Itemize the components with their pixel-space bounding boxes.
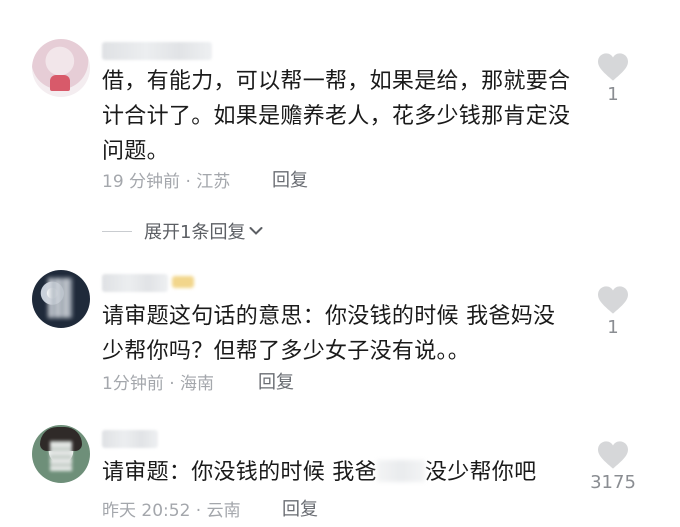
heart-icon	[598, 286, 628, 314]
heart-icon	[598, 441, 628, 469]
divider	[102, 230, 132, 232]
avatar[interactable]	[32, 270, 90, 328]
avatar[interactable]	[32, 425, 90, 483]
like-count: 1	[607, 317, 619, 338]
heart-icon	[598, 53, 628, 81]
reply-button[interactable]: 回复	[272, 166, 308, 192]
like-button[interactable]: 1	[588, 285, 638, 338]
comment-text-part: 请审题：你没钱的时候 我爸	[102, 460, 377, 485]
expand-replies-label: 展开1条回复	[144, 222, 246, 243]
comment-meta: 昨天 20:52 · 云南	[102, 501, 241, 521]
comment-text: 借，有能力，可以帮一帮，如果是给，那就要合计合计了。如果是赡养老人，花多少钱那肯…	[102, 69, 571, 164]
chevron-down-icon	[249, 227, 263, 235]
comment-text: 请审题这句话的意思：你没钱的时候 我爸妈没少帮你吗？但帮了多少女子没有说。。	[102, 304, 556, 364]
username-blurred[interactable]	[102, 430, 158, 448]
redacted-text	[376, 460, 425, 482]
avatar[interactable]	[32, 39, 90, 97]
reply-button[interactable]: 回复	[258, 368, 294, 394]
username-blurred[interactable]	[102, 42, 212, 60]
reply-button[interactable]: 回复	[282, 495, 318, 521]
comment-meta: 19 分钟前 · 江苏	[102, 172, 231, 192]
comment-text-part: 没少帮你吧	[424, 460, 537, 485]
comment-meta: 1分钟前 · 海南	[102, 374, 215, 394]
comment-text: 请审题：你没钱的时候 我爸 没少帮你吧	[102, 455, 582, 490]
like-count: 1	[607, 84, 619, 105]
username-blurred[interactable]	[102, 274, 168, 292]
expand-replies-button[interactable]: 展开1条回复	[102, 218, 263, 244]
like-button[interactable]: 3175	[588, 440, 638, 493]
like-count: 3175	[590, 472, 636, 493]
like-button[interactable]: 1	[588, 52, 638, 105]
